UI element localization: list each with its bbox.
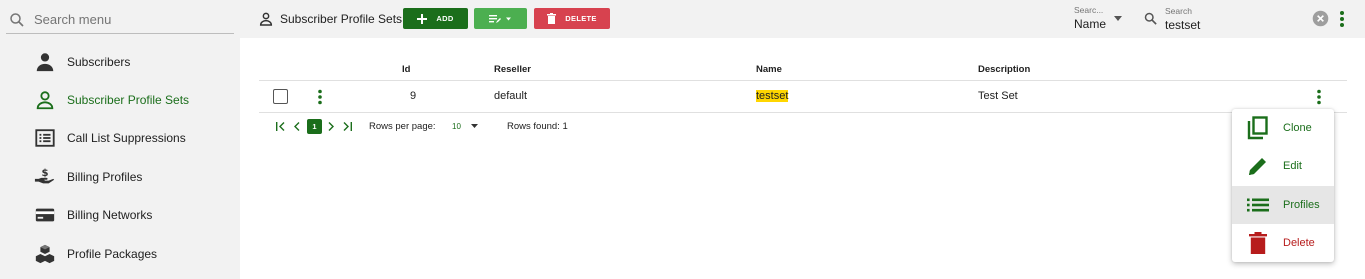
person-outline-icon (259, 12, 273, 26)
rows-per-page-select[interactable]: 10 (452, 122, 461, 131)
more-vert-icon[interactable] (317, 89, 323, 105)
column-header-name[interactable]: Name (756, 64, 782, 75)
svg-text:$: $ (41, 168, 48, 179)
table-header: Id Reseller Name Description (259, 56, 1347, 81)
boxes-icon (33, 242, 57, 266)
search-by-value: Name (1074, 17, 1107, 31)
column-header-id[interactable]: Id (402, 64, 410, 75)
cell-name: testset (756, 90, 789, 102)
pencil-icon (1246, 154, 1270, 178)
trash-icon (547, 13, 557, 24)
next-page-icon[interactable] (328, 122, 334, 131)
sidebar: Search menu Subscribers Subscriber Profi… (0, 0, 240, 279)
caret-down-icon (1114, 16, 1122, 21)
add-button[interactable]: ADD (403, 8, 468, 29)
row-context-menu: Clone Edit Profiles Delete (1232, 109, 1334, 262)
menu-item-edit[interactable]: Edit (1232, 147, 1334, 185)
sidebar-item-label: Billing Networks (67, 208, 153, 222)
sidebar-item-label: Subscribers (67, 55, 131, 69)
sidebar-item-call-list-suppressions[interactable]: Call List Suppressions (0, 119, 240, 157)
cell-description: Test Set (978, 90, 1018, 102)
list-icon (1246, 193, 1270, 217)
column-header-description[interactable]: Description (978, 64, 1030, 75)
search-by-label: Searc... (1074, 5, 1104, 15)
edit-list-icon (488, 14, 511, 23)
list-box-icon (33, 126, 57, 150)
menu-item-label: Clone (1283, 122, 1312, 134)
first-page-icon[interactable] (276, 122, 285, 131)
search-menu-input[interactable]: Search menu (6, 6, 234, 34)
search-icon (10, 12, 24, 27)
delete-button-label: DELETE (565, 14, 597, 23)
cell-id: 9 (410, 90, 417, 102)
search-icon (1144, 12, 1157, 25)
sidebar-item-label: Billing Profiles (67, 170, 143, 184)
cell-reseller: default (494, 90, 528, 102)
copy-icon (1246, 116, 1270, 140)
menu-item-label: Edit (1283, 160, 1302, 172)
column-header-reseller[interactable]: Reseller (494, 64, 531, 75)
more-vert-icon[interactable] (1316, 89, 1322, 105)
sidebar-item-label: Profile Packages (67, 247, 158, 261)
more-vert-icon[interactable] (1339, 10, 1345, 28)
sidebar-item-billing-networks[interactable]: Billing Networks (0, 196, 240, 234)
prev-page-icon[interactable] (294, 122, 300, 131)
search-value: testset (1165, 18, 1201, 32)
person-outline-icon (33, 88, 57, 112)
add-button-label: ADD (436, 14, 454, 23)
edit-dropdown-button[interactable] (474, 8, 527, 29)
search-menu-placeholder: Search menu (34, 12, 112, 27)
page-title: Subscriber Profile Sets (258, 0, 402, 38)
plus-icon (417, 13, 428, 24)
menu-item-profiles[interactable]: Profiles (1232, 186, 1334, 224)
sidebar-item-label: Subscriber Profile Sets (67, 93, 190, 107)
hand-dollar-icon: $ (33, 165, 57, 189)
menu-item-label: Delete (1283, 237, 1315, 249)
sidebar-item-profile-packages[interactable]: Profile Packages (0, 235, 240, 273)
trash-icon (1246, 231, 1270, 255)
search-label: Search (1165, 6, 1192, 16)
table-row[interactable]: 9 default testset Test Set (259, 81, 1347, 113)
last-page-icon[interactable] (343, 122, 352, 131)
menu-item-delete[interactable]: Delete (1232, 224, 1334, 262)
row-checkbox[interactable] (273, 89, 288, 104)
caret-down-icon[interactable] (471, 124, 478, 128)
toolbar: Subscriber Profile Sets ADD DELETE Searc… (240, 0, 1365, 38)
page-title-text: Subscriber Profile Sets (280, 12, 403, 26)
delete-button[interactable]: DELETE (534, 8, 610, 29)
menu-item-clone[interactable]: Clone (1232, 109, 1334, 147)
menu-item-label: Profiles (1283, 199, 1320, 211)
sidebar-item-billing-profiles[interactable]: $ Billing Profiles (0, 158, 240, 196)
data-table: Id Reseller Name Description 9 default t… (259, 56, 1347, 113)
rows-per-page-label: Rows per page: (369, 121, 436, 132)
sidebar-item-subscriber-profile-sets[interactable]: Subscriber Profile Sets (0, 81, 240, 119)
current-page-button[interactable]: 1 (307, 119, 322, 134)
pagination: 1 Rows per page: 10 Rows found: 1 (259, 118, 859, 136)
credit-card-icon (33, 203, 57, 227)
sidebar-item-label: Call List Suppressions (67, 131, 186, 145)
sidebar-item-subscribers[interactable]: Subscribers (0, 43, 240, 81)
rows-found: Rows found: 1 (507, 121, 568, 132)
clear-icon[interactable] (1312, 10, 1329, 27)
search-by-select[interactable]: Searc... Name (1074, 5, 1126, 33)
person-icon (33, 50, 57, 74)
